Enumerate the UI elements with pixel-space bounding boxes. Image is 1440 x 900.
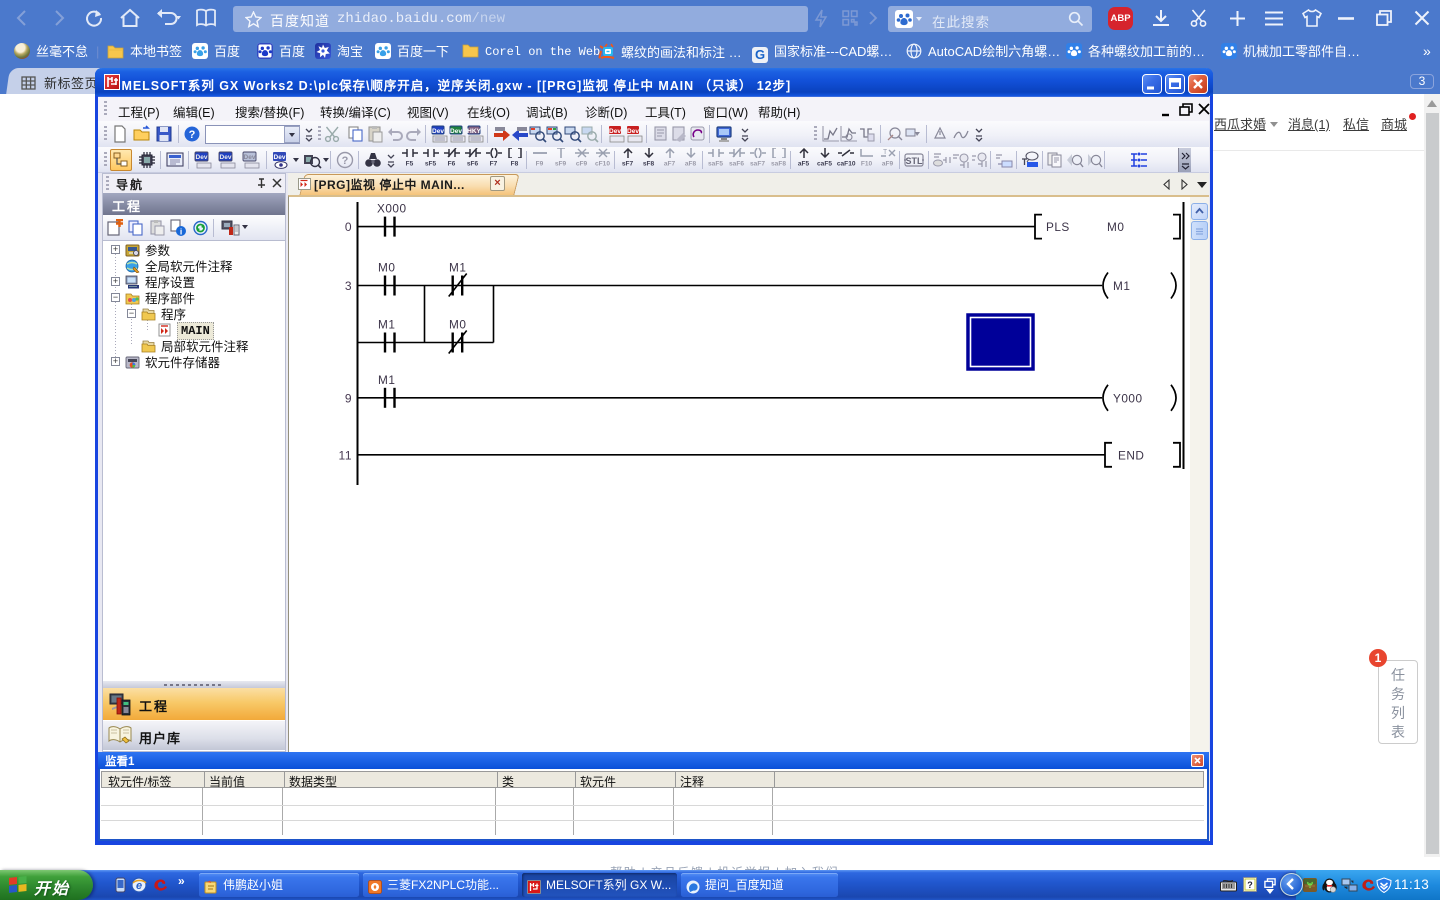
svg-text:?: ?: [189, 129, 196, 141]
svg-text:9: 9: [345, 391, 352, 405]
svg-text:M1: M1: [378, 373, 395, 387]
svg-text:PLS: PLS: [1046, 220, 1070, 234]
svg-text:i: i: [180, 227, 182, 237]
svg-text:Dev: Dev: [627, 128, 639, 135]
svg-text:M0: M0: [449, 318, 466, 332]
svg-text:M1: M1: [449, 261, 466, 275]
svg-text:?: ?: [342, 155, 349, 167]
svg-text:M0: M0: [378, 261, 395, 275]
svg-text:Y000: Y000: [1113, 391, 1143, 405]
svg-text:M1: M1: [378, 318, 395, 332]
svg-text:Dev: Dev: [244, 154, 256, 161]
svg-text:0: 0: [345, 220, 352, 234]
svg-text:11: 11: [339, 448, 352, 462]
svg-text:M1: M1: [1113, 279, 1130, 293]
svg-text:STL: STL: [906, 156, 924, 166]
svg-text:Dev: Dev: [220, 154, 232, 161]
svg-text:END: END: [1118, 448, 1144, 462]
svg-text:HKY: HKY: [467, 128, 481, 135]
svg-text:3: 3: [345, 279, 352, 293]
svg-text:Dev: Dev: [274, 154, 286, 161]
svg-text:T: T: [883, 149, 887, 157]
svg-text:M0: M0: [1107, 220, 1124, 234]
svg-text:X000: X000: [377, 202, 407, 216]
svg-text:Dev: Dev: [196, 154, 208, 161]
svg-text:Dev: Dev: [432, 128, 444, 135]
svg-text:?: ?: [1247, 880, 1253, 890]
svg-text:e: e: [136, 880, 142, 892]
svg-text:Dev: Dev: [450, 128, 462, 135]
svg-text:Dev: Dev: [609, 128, 621, 135]
